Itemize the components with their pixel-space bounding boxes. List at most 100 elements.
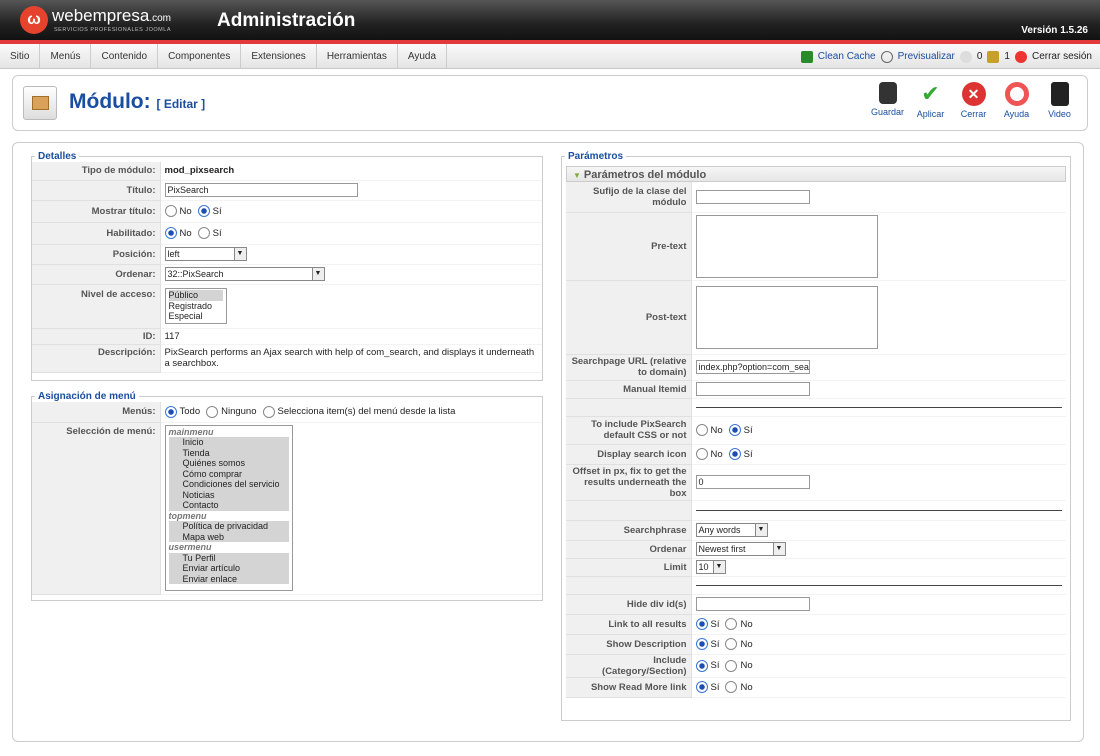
apply-button[interactable]: ✔ Aplicar <box>909 82 952 120</box>
radio-label-no: No <box>740 638 753 650</box>
menu-extensiones[interactable]: Extensiones <box>241 43 317 69</box>
showdesc-yes-radio[interactable] <box>695 638 708 650</box>
menu-item[interactable]: Política de privacidad <box>168 521 289 532</box>
main-menu-bar: Sitio Menús Contenido Componentes Extens… <box>0 43 1100 69</box>
menu-item[interactable]: Mapa web <box>168 531 289 542</box>
title-input[interactable]: PixSearch <box>164 183 358 197</box>
radio-label-yes: Sí <box>710 681 720 693</box>
css-yes-radio[interactable] <box>728 424 741 436</box>
id-value: 117 <box>160 328 542 345</box>
enabled-label: Habilitado: <box>32 222 161 245</box>
top-header: ω webempresa.com SERVICIOS PROFESIONALES… <box>0 0 1100 44</box>
css-no-radio[interactable] <box>695 424 708 436</box>
hide-input[interactable] <box>695 597 810 611</box>
link-yes-radio[interactable] <box>695 618 708 630</box>
logout-link[interactable]: Cerrar sesión <box>1032 51 1092 62</box>
menu-ayuda[interactable]: Ayuda <box>398 43 448 69</box>
menu-item[interactable]: Contacto <box>168 500 289 511</box>
radio-label-yes: Sí <box>212 205 222 217</box>
limit-select[interactable]: 10 ▼ <box>695 560 726 574</box>
menus-label: Menús: <box>32 402 161 423</box>
include-no-radio[interactable] <box>725 659 738 672</box>
menu-item[interactable]: Tienda <box>168 447 289 458</box>
offset-input[interactable]: 0 <box>695 475 810 489</box>
broom-icon <box>800 50 813 63</box>
show-title-no-radio[interactable] <box>164 205 177 217</box>
messages-count[interactable]: 0 <box>977 51 983 62</box>
chevron-down-icon: ▼ <box>754 524 767 536</box>
position-select[interactable]: left ▼ <box>164 247 247 261</box>
radio-label-yes: Sí <box>710 618 720 630</box>
menu-item[interactable]: Inicio <box>168 437 289 448</box>
hide-label: Hide div id(s) <box>566 594 692 615</box>
menu-menus[interactable]: Menús <box>40 43 92 69</box>
posttext-textarea[interactable] <box>695 285 878 349</box>
radio-label-yes: Sí <box>710 660 720 671</box>
preview-link[interactable]: Previsualizar <box>898 51 955 62</box>
brand-sub: SERVICIOS PROFESIONALES JOOMLA <box>54 27 171 33</box>
access-option-public[interactable]: Público <box>168 290 223 301</box>
searchpage-label: Searchpage URL (relative to domain) <box>566 354 692 381</box>
pretext-textarea[interactable] <box>695 214 878 278</box>
menus-select-radio[interactable] <box>262 405 275 418</box>
type-label: Tipo de módulo: <box>32 162 161 181</box>
limit-label: Limit <box>566 558 692 577</box>
radio-label-yes: Sí <box>743 424 753 436</box>
icon-no-radio[interactable] <box>695 448 708 460</box>
menu-selection-listbox[interactable]: mainmenu Inicio Tienda Quiénes somos Cóm… <box>164 424 293 591</box>
menu-item[interactable]: Tu Perfil <box>168 552 289 563</box>
enabled-yes-radio[interactable] <box>197 227 210 239</box>
save-button[interactable]: Guardar <box>866 82 909 119</box>
clean-cache-link[interactable]: Clean Cache <box>818 51 876 62</box>
radio-label-no: No <box>740 660 753 671</box>
access-listbox[interactable]: Público Registrado Especial <box>164 288 227 324</box>
show-title-yes-radio[interactable] <box>197 205 210 217</box>
menu-item[interactable]: Cómo comprar <box>168 468 289 479</box>
menu-item[interactable]: Quiénes somos <box>168 458 289 469</box>
menu-item[interactable]: Enviar artículo <box>168 563 289 574</box>
video-button[interactable]: Video <box>1038 82 1081 119</box>
suffix-input[interactable] <box>695 189 810 204</box>
radio-label-no: No <box>179 227 192 239</box>
menu-item[interactable]: Noticias <box>168 489 289 500</box>
access-option-special[interactable]: Especial <box>169 311 223 322</box>
menu-item[interactable]: Condiciones del servicio <box>168 479 289 490</box>
phrase-label: Searchphrase <box>566 520 692 541</box>
toolbar-buttons: Guardar ✔ Aplicar ✕ Cerrar Ayuda Video <box>866 82 1081 120</box>
module-icon <box>23 86 57 120</box>
readmore-no-radio[interactable] <box>725 681 738 693</box>
menus-none-radio[interactable] <box>206 405 219 418</box>
pretext-label: Pre-text <box>566 212 692 281</box>
menus-all-radio[interactable] <box>164 405 177 418</box>
enabled-no-radio[interactable] <box>164 227 177 239</box>
order-select[interactable]: 32::PixSearch ▼ <box>164 267 325 281</box>
params-panel-toggle[interactable]: ▼ Parámetros del módulo <box>566 166 1066 182</box>
menu-componentes[interactable]: Componentes <box>158 43 242 69</box>
menu-sitio[interactable]: Sitio <box>0 43 41 69</box>
searchpage-input[interactable]: index.php?option=com_sea <box>695 360 810 374</box>
readmore-label: Show Read More link <box>566 677 692 698</box>
close-button[interactable]: ✕ Cerrar <box>952 82 995 119</box>
itemid-input[interactable] <box>695 382 810 396</box>
readmore-yes-radio[interactable] <box>695 681 708 693</box>
access-label: Nivel de acceso: <box>32 284 161 329</box>
phrase-select[interactable]: Any words ▼ <box>695 523 768 537</box>
menu-item[interactable]: Enviar enlace <box>168 573 289 584</box>
radio-label-no: No <box>740 681 753 693</box>
params-fieldset: Parámetros ▼ Parámetros del módulo Sufijo… <box>561 151 1071 721</box>
include-yes-radio[interactable] <box>695 659 708 672</box>
help-button[interactable]: Ayuda <box>995 82 1038 119</box>
order-param-select[interactable]: Newest first ▼ <box>695 542 786 556</box>
menu-herramientas[interactable]: Herramientas <box>317 43 398 69</box>
users-count[interactable]: 1 <box>1004 51 1010 62</box>
link-no-radio[interactable] <box>725 618 738 630</box>
icon-yes-radio[interactable] <box>728 448 741 460</box>
details-legend: Detalles <box>38 151 77 162</box>
admin-title: Administración <box>217 10 356 31</box>
showdesc-no-radio[interactable] <box>725 638 738 650</box>
details-fieldset: Detalles Tipo de módulo: mod_pixsearch Tí… <box>31 151 543 381</box>
title-label: Título: <box>32 180 161 201</box>
access-option-registered[interactable]: Registrado <box>169 301 223 312</box>
users-icon <box>987 50 1000 63</box>
menu-contenido[interactable]: Contenido <box>91 43 159 69</box>
